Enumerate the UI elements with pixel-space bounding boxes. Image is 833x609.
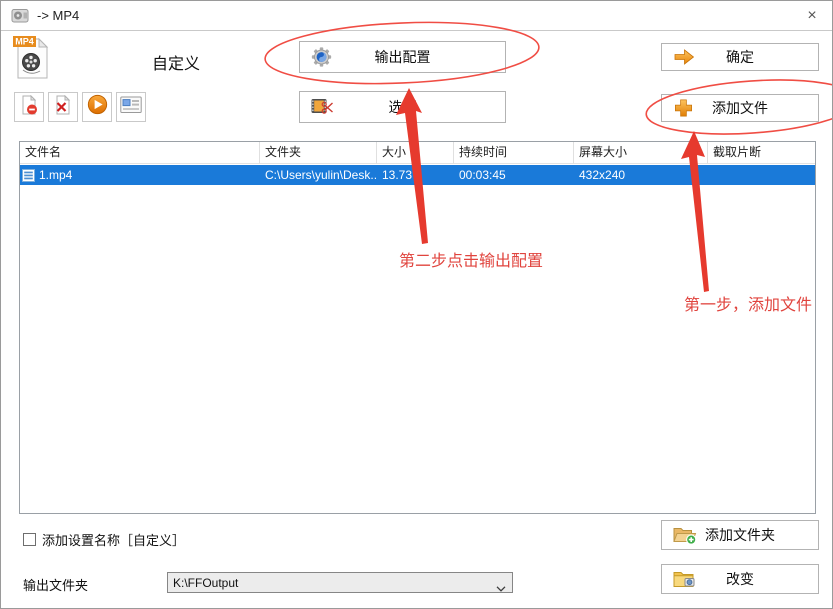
- cell-screen: 432x240: [574, 165, 708, 185]
- cell-folder: C:\Users\yulin\Desk...: [260, 165, 377, 185]
- delete-x-icon: [53, 95, 73, 120]
- play-icon: [87, 94, 108, 120]
- output-config-label: 输出配置: [375, 47, 431, 67]
- options-button[interactable]: 选项: [299, 91, 506, 123]
- add-name-checkbox-row: 添加设置名称［自定义］: [23, 530, 185, 549]
- title-bar: -> MP4: [1, 1, 832, 31]
- add-name-checkbox[interactable]: [23, 533, 36, 546]
- cell-clip: [708, 165, 815, 185]
- arrow-right-icon: [673, 47, 695, 67]
- film-scissors-icon: [311, 98, 334, 117]
- plus-icon: [673, 98, 694, 119]
- chevron-down-icon: [496, 581, 506, 595]
- add-file-button[interactable]: 添加文件: [661, 94, 819, 122]
- output-config-button[interactable]: 输出配置: [299, 41, 506, 73]
- column-header-folder[interactable]: 文件夹: [260, 142, 377, 164]
- file-list: 文件名 文件夹 大小 持续时间 屏幕大小 截取片断 1.mp4 C:\Users: [19, 141, 816, 514]
- add-name-checkbox-label: 添加设置名称［自定义］: [42, 530, 185, 549]
- cell-duration: 00:03:45: [454, 165, 574, 185]
- output-folder-label: 输出文件夹: [23, 575, 88, 594]
- column-header-duration[interactable]: 持续时间: [454, 142, 574, 164]
- video-file-icon: [22, 169, 35, 182]
- change-output-button[interactable]: 改变: [661, 564, 819, 594]
- converter-window: -> MP4 × MP4 自定义: [0, 0, 833, 609]
- cell-size: 13.73: [377, 165, 454, 185]
- add-folder-icon: [673, 525, 697, 545]
- app-icon: [11, 7, 29, 25]
- add-file-label: 添加文件: [712, 98, 768, 118]
- add-folder-button[interactable]: 添加文件夹: [661, 520, 819, 550]
- remove-file-button[interactable]: [14, 92, 44, 122]
- mp4-file-type-icon: MP4: [13, 35, 51, 86]
- preset-name-label: 自定义: [152, 50, 200, 74]
- output-folder-value: K:\FFOutput: [173, 576, 238, 590]
- play-button[interactable]: [82, 92, 112, 122]
- change-label: 改变: [726, 569, 754, 589]
- mp4-badge-label: MP4: [15, 37, 34, 47]
- column-header-screen[interactable]: 屏幕大小: [574, 142, 708, 164]
- cell-filename: 1.mp4: [39, 165, 72, 185]
- table-row[interactable]: 1.mp4 C:\Users\yulin\Desk... 13.73 00:03…: [20, 165, 815, 185]
- clear-list-button[interactable]: [48, 92, 78, 122]
- properties-button[interactable]: [116, 92, 146, 122]
- options-label: 选项: [389, 97, 417, 117]
- close-icon[interactable]: ×: [796, 1, 828, 30]
- column-header-clip[interactable]: 截取片断: [708, 142, 815, 164]
- remove-file-icon: [19, 95, 39, 120]
- column-header-filename[interactable]: 文件名: [20, 142, 260, 164]
- properties-panel-icon: [120, 96, 142, 119]
- ok-button[interactable]: 确定: [661, 43, 819, 71]
- output-folder-select[interactable]: K:\FFOutput: [167, 572, 513, 593]
- file-list-header: 文件名 文件夹 大小 持续时间 屏幕大小 截取片断: [20, 142, 815, 164]
- ok-label: 确定: [726, 47, 754, 67]
- add-folder-label: 添加文件夹: [705, 525, 775, 545]
- gear-icon: [311, 47, 332, 68]
- column-header-size[interactable]: 大小: [377, 142, 454, 164]
- window-title: -> MP4: [37, 8, 79, 23]
- change-folder-icon: [673, 569, 697, 589]
